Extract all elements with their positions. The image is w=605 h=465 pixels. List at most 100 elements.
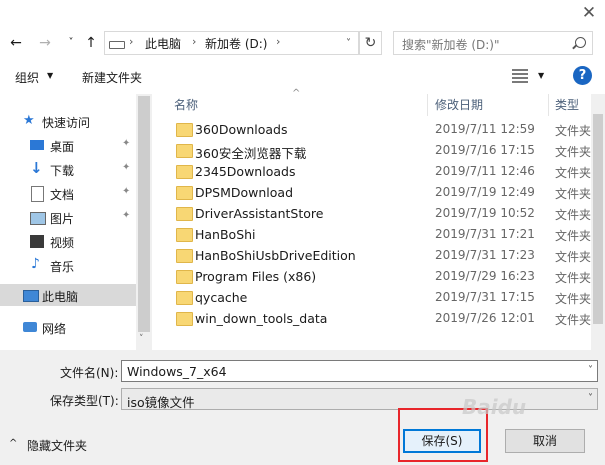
- file-date: 2019/7/19 10:52: [435, 206, 535, 220]
- refresh-button[interactable]: ↻: [359, 31, 382, 55]
- scroll-down-icon[interactable]: ˅: [139, 334, 144, 344]
- file-row[interactable]: HanBoShiUsbDriveEdition 2019/7/31 17:23 文件…: [152, 245, 597, 266]
- address-bar[interactable]: › 此电脑 › 新加卷 (D:) ›: [104, 31, 359, 55]
- file-date: 2019/7/16 17:15: [435, 143, 535, 157]
- drive-icon: [109, 41, 125, 49]
- file-row[interactable]: qycache 2019/7/31 17:15 文件夹: [152, 287, 597, 308]
- organize-menu[interactable]: 组织: [15, 69, 39, 86]
- sidebar-scrollbar-thumb[interactable]: [138, 96, 150, 332]
- sidebar-item-label: 音乐: [50, 260, 75, 274]
- file-date: 2019/7/29 16:23: [435, 269, 535, 283]
- sidebar-item-pictures[interactable]: 图片 ✦: [0, 206, 136, 228]
- column-header-name[interactable]: 名称: [174, 96, 198, 113]
- address-dropdown-button[interactable]: ˅: [338, 31, 360, 55]
- breadcrumb-drive-d[interactable]: 新加卷 (D:): [205, 35, 267, 52]
- folder-icon: [176, 144, 193, 158]
- file-row[interactable]: DPSMDownload 2019/7/19 12:49 文件夹: [152, 182, 597, 203]
- chevron-down-icon[interactable]: ˅: [588, 393, 593, 404]
- view-options-arrow-icon[interactable]: ▼: [538, 71, 544, 80]
- sidebar-item-music[interactable]: ♪ 音乐: [0, 254, 136, 276]
- file-type: 文件夹: [555, 292, 592, 306]
- file-name: Program Files (x86): [195, 269, 317, 284]
- file-row[interactable]: 360安全浏览器下载 2019/7/16 17:15 文件夹: [152, 140, 597, 161]
- filename-input[interactable]: Windows_7_x64 ˅: [121, 360, 598, 382]
- folder-icon: [176, 270, 193, 284]
- file-date: 2019/7/11 12:59: [435, 122, 535, 136]
- breadcrumb-this-pc[interactable]: 此电脑: [145, 35, 181, 52]
- file-name: 360安全浏览器下载: [195, 146, 307, 161]
- sidebar-scrollbar[interactable]: ˅: [136, 94, 152, 350]
- breadcrumb-separator: ›: [276, 35, 281, 48]
- back-button[interactable]: ←: [7, 34, 25, 52]
- network-icon: [23, 322, 37, 332]
- folder-icon: [176, 228, 193, 242]
- recent-locations-button[interactable]: ˅: [62, 34, 80, 52]
- file-row[interactable]: HanBoShi 2019/7/31 17:21 文件夹: [152, 224, 597, 245]
- view-options-icon[interactable]: [512, 69, 528, 83]
- file-list-scrollbar-thumb[interactable]: [593, 114, 603, 324]
- file-name: 2345Downloads: [195, 164, 296, 179]
- filename-value: Windows_7_x64: [127, 364, 227, 379]
- cancel-button[interactable]: 取消: [505, 429, 585, 453]
- chevron-down-icon[interactable]: ˅: [588, 365, 593, 376]
- sidebar-item-documents[interactable]: 文档 ✦: [0, 182, 136, 204]
- sidebar-item-network[interactable]: 网络: [0, 316, 136, 338]
- sidebar-item-downloads[interactable]: ↓ 下载 ✦: [0, 158, 136, 180]
- picture-icon: [30, 212, 46, 225]
- file-row[interactable]: DriverAssistantStore 2019/7/19 10:52 文件夹: [152, 203, 597, 224]
- file-type: 文件夹: [555, 208, 592, 222]
- desktop-icon: [30, 140, 44, 150]
- column-divider[interactable]: [548, 94, 549, 116]
- file-type: 文件夹: [555, 313, 592, 327]
- help-icon[interactable]: ?: [573, 66, 592, 85]
- column-divider[interactable]: [427, 94, 428, 116]
- file-type: 文件夹: [555, 166, 592, 180]
- file-date: 2019/7/31 17:21: [435, 227, 535, 241]
- folder-icon: [176, 249, 193, 263]
- chevron-up-icon[interactable]: ^: [9, 438, 17, 449]
- filetype-value: iso镜像文件: [127, 395, 195, 410]
- file-date: 2019/7/26 12:01: [435, 311, 535, 325]
- forward-button[interactable]: →: [36, 34, 54, 52]
- sidebar-item-label: 网络: [42, 322, 67, 336]
- filetype-label: 保存类型(T):: [50, 394, 119, 408]
- sidebar-item-label: 快速访问: [42, 116, 91, 130]
- pin-icon[interactable]: ✦: [122, 138, 130, 149]
- up-button[interactable]: ↑: [82, 34, 100, 52]
- column-header-date[interactable]: 修改日期: [435, 96, 483, 113]
- folder-icon: [176, 165, 193, 179]
- column-header-type[interactable]: 类型: [555, 96, 579, 113]
- new-folder-button[interactable]: 新建文件夹: [82, 69, 142, 86]
- file-name: HanBoShi: [195, 227, 256, 242]
- breadcrumb-separator: ›: [192, 35, 197, 48]
- folder-icon: [176, 186, 193, 200]
- search-icon[interactable]: [575, 37, 586, 48]
- file-date: 2019/7/31 17:15: [435, 290, 535, 304]
- file-row[interactable]: Program Files (x86) 2019/7/29 16:23 文件夹: [152, 266, 597, 287]
- file-name: HanBoShiUsbDriveEdition: [195, 248, 356, 263]
- sidebar-item-this-pc[interactable]: 此电脑: [0, 284, 136, 306]
- search-input[interactable]: 搜索"新加卷 (D:)": [393, 31, 593, 55]
- music-icon: ♪: [31, 256, 40, 272]
- hide-folders-toggle[interactable]: 隐藏文件夹: [27, 437, 87, 454]
- file-name: DriverAssistantStore: [195, 206, 324, 221]
- video-icon: [30, 235, 44, 248]
- file-name: qycache: [195, 290, 248, 305]
- computer-icon: [23, 290, 39, 302]
- file-name: win_down_tools_data: [195, 311, 328, 326]
- file-date: 2019/7/31 17:23: [435, 248, 535, 262]
- file-list-scrollbar[interactable]: [591, 94, 605, 350]
- filetype-select[interactable]: iso镜像文件 ˅: [121, 388, 598, 410]
- pin-icon[interactable]: ✦: [122, 210, 130, 221]
- sidebar-item-quick-access[interactable]: ★ 快速访问: [0, 110, 136, 132]
- sidebar-item-label: 桌面: [50, 140, 75, 154]
- pin-icon[interactable]: ✦: [122, 186, 130, 197]
- file-row[interactable]: 360Downloads 2019/7/11 12:59 文件夹: [152, 119, 597, 140]
- sidebar-item-desktop[interactable]: 桌面 ✦: [0, 134, 136, 156]
- pin-icon[interactable]: ✦: [122, 162, 130, 173]
- sidebar-item-videos[interactable]: 视频: [0, 230, 136, 252]
- close-button[interactable]: ✕: [578, 2, 600, 24]
- file-row[interactable]: 2345Downloads 2019/7/11 12:46 文件夹: [152, 161, 597, 182]
- file-type: 文件夹: [555, 229, 592, 243]
- file-row[interactable]: win_down_tools_data 2019/7/26 12:01 文件夹: [152, 308, 597, 329]
